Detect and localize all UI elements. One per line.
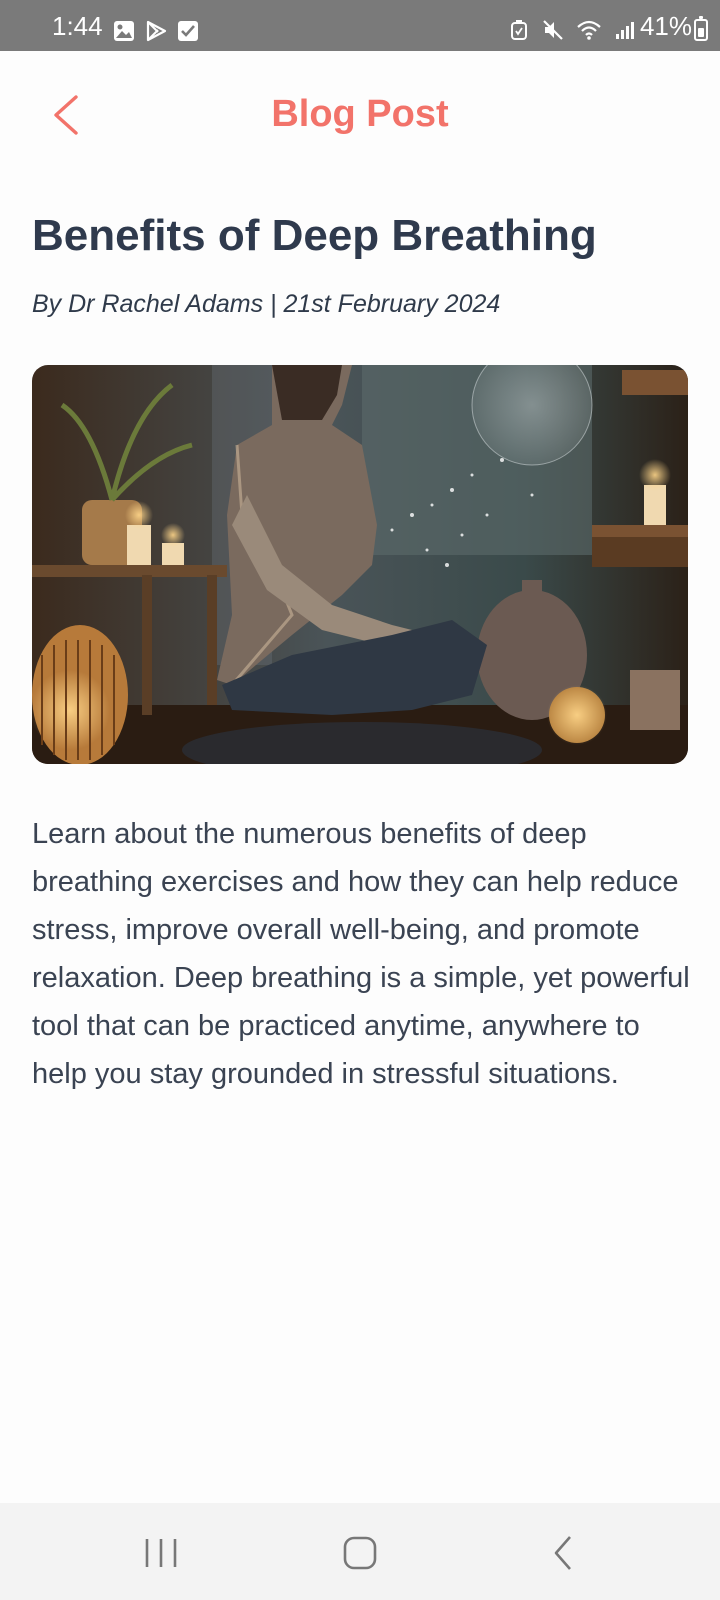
page-title: Blog Post [271,93,449,135]
status-time: 1:44 [52,11,103,41]
signal-icon [616,22,634,39]
back-nav-button[interactable] [542,1531,586,1575]
system-nav-bar [0,1503,720,1600]
notification-icons [113,20,199,42]
post-title: Benefits of Deep Breathing [32,211,597,260]
wifi-icon [577,20,601,40]
system-icons [508,19,636,41]
recent-apps-icon [145,1539,177,1567]
gallery-icon [114,21,134,41]
recent-apps-button[interactable] [139,1531,183,1575]
play-store-icon [146,20,167,42]
mute-icon [543,20,563,40]
post-hero-image [32,365,688,764]
post-body: Learn about the numerous benefits of dee… [32,818,690,1090]
meditation-illustration [32,365,688,764]
battery-percentage: 41% [639,11,692,41]
battery-icon [694,16,708,41]
alarm-icon [511,20,527,40]
checkbox-icon [178,21,198,41]
back-icon [554,1536,571,1570]
home-button[interactable] [338,1531,382,1575]
home-icon [343,1536,377,1570]
app-header: Blog Post [0,51,720,181]
status-bar: 1:44 41% [0,0,720,51]
post-byline: By Dr Rachel Adams | 21st February 2024 [32,290,501,318]
